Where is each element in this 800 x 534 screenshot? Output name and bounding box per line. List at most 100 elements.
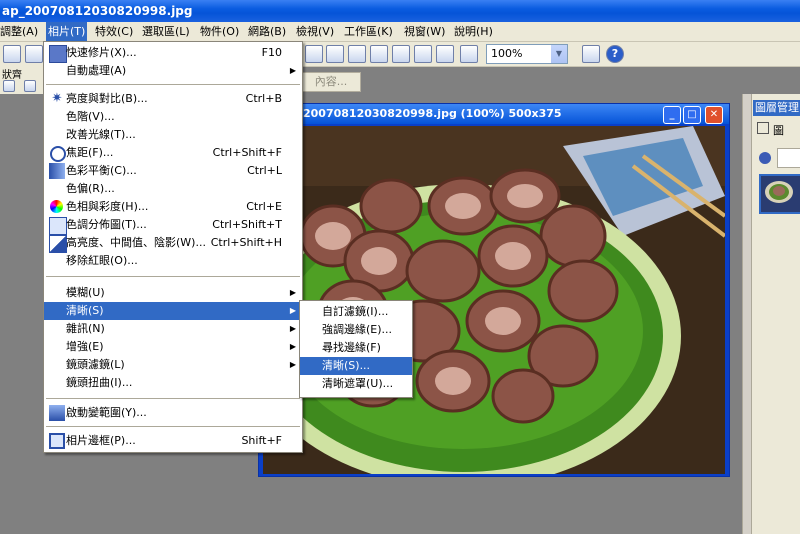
panel-scrollbar[interactable]: [743, 94, 752, 534]
menu-item-focus[interactable]: 焦距(F)... Ctrl+Shift+F: [44, 144, 302, 162]
menu-item-shortcut: Ctrl+Shift+F: [212, 146, 282, 159]
menu-item-auto-process[interactable]: 自動處理(A) ▶: [44, 62, 302, 80]
menu-item-label: 鏡頭濾鏡(L): [66, 358, 125, 371]
menu-item-dynamic-range[interactable]: 啟動變範圍(Y)...: [44, 404, 302, 422]
menu-item-label: 模糊(U): [66, 286, 105, 299]
menu-object[interactable]: 物件(O): [198, 22, 241, 41]
highlight-shadow-icon: [49, 235, 67, 253]
tools-area: [0, 94, 44, 534]
submenu-arrow-icon: ▶: [289, 324, 296, 333]
app-title-bar: ap_20070812030820998.jpg: [0, 0, 800, 22]
submenu-item-sharpen[interactable]: 清晰(S)...: [300, 357, 412, 375]
submenu-item-unsharp-mask[interactable]: 清晰遮罩(U)...: [300, 375, 412, 393]
menu-item-lens-distortion[interactable]: 鏡頭扭曲(I)...: [44, 374, 302, 392]
tool-icon-8[interactable]: [460, 45, 478, 63]
submenu-item-find-edges[interactable]: 尋找邊緣(F): [300, 339, 412, 357]
zoom-select[interactable]: 100% ▼: [486, 44, 568, 64]
photo-frame-icon: [49, 433, 65, 449]
maximize-icon[interactable]: □: [683, 106, 701, 124]
app-title: ap_20070812030820998.jpg: [2, 4, 193, 18]
menu-web[interactable]: 網路(B): [246, 22, 288, 41]
menu-item-levels[interactable]: 色階(V)...: [44, 108, 302, 126]
menu-item-shortcut: Shift+F: [241, 434, 282, 447]
menu-separator: [46, 426, 300, 427]
submenu-arrow-icon: ▶: [289, 306, 296, 315]
menu-separator: [46, 84, 300, 85]
menu-item-label: 高亮度、中間值、陰影(W)...: [66, 236, 206, 249]
menu-item-shortcut: Ctrl+Shift+T: [212, 218, 282, 231]
option-icon-2[interactable]: [24, 80, 36, 92]
tool-icon-7[interactable]: [436, 45, 454, 63]
tool-icon-2[interactable]: [326, 45, 344, 63]
menu-item-histogram[interactable]: 色調分佈圖(T)... Ctrl+Shift+T: [44, 216, 302, 235]
layer-thumbnail[interactable]: [759, 174, 800, 214]
color-balance-icon: [49, 163, 65, 179]
preview-icon[interactable]: [25, 45, 43, 63]
option-icon-1[interactable]: [3, 80, 15, 92]
menu-bar: 調整(A) 相片(T) 特效(C) 選取區(L) 物件(O) 網路(B) 檢視(…: [0, 22, 800, 42]
menu-window[interactable]: 視窗(W): [402, 22, 447, 41]
menu-item-label: 亮度與對比(B)...: [66, 92, 148, 105]
help-icon[interactable]: ?: [606, 45, 624, 63]
menu-item-label: 色調分佈圖(T)...: [66, 218, 147, 231]
submenu-arrow-icon: ▶: [289, 342, 296, 351]
menu-view[interactable]: 檢視(V): [294, 22, 336, 41]
menu-item-hue-saturation[interactable]: 色相與彩度(H)... Ctrl+E: [44, 198, 302, 216]
layer-icon: [757, 122, 769, 134]
photo-menu: 快速修片(X)... F10 自動處理(A) ▶ ✷ 亮度與對比(B)... C…: [43, 41, 303, 453]
chevron-down-icon[interactable]: ▼: [551, 45, 567, 63]
menu-item-shortcut: F10: [261, 46, 282, 59]
menu-item-brightness-contrast[interactable]: ✷ 亮度與對比(B)... Ctrl+B: [44, 90, 302, 108]
tool-icon-1[interactable]: [305, 45, 323, 63]
tool-icon-6[interactable]: [414, 45, 432, 63]
menu-item-color-balance[interactable]: 色彩平衡(C)... Ctrl+L: [44, 162, 302, 180]
menu-item-quick-fix[interactable]: 快速修片(X)... F10: [44, 44, 302, 63]
menu-item-blur[interactable]: 模糊(U) ▶: [44, 284, 302, 302]
menu-separator: [46, 398, 300, 399]
menu-adjust[interactable]: 調整(A): [0, 22, 40, 41]
menu-item-highlight-midtone-shadow[interactable]: 高亮度、中間值、陰影(W)... Ctrl+Shift+H: [44, 234, 302, 253]
menu-item-label: 雜訊(N): [66, 322, 105, 335]
quick-fix-icon: [49, 45, 67, 63]
submenu-item-edge-enhance[interactable]: 強調邊緣(E)...: [300, 321, 412, 339]
minimize-icon[interactable]: _: [663, 106, 681, 124]
menu-item-red-eye[interactable]: 移除紅眼(O)...: [44, 252, 302, 270]
submenu-item-custom-filter[interactable]: 自訂濾鏡(I)...: [300, 303, 412, 321]
menu-item-photo-frame[interactable]: 相片邊框(P)... Shift+F: [44, 432, 302, 450]
menu-item-noise[interactable]: 雜訊(N) ▶: [44, 320, 302, 338]
layer-mode-icon[interactable]: [759, 152, 771, 164]
tool-icon-5[interactable]: [392, 45, 410, 63]
menu-item-enhance[interactable]: 增強(E) ▶: [44, 338, 302, 356]
close-icon[interactable]: ✕: [705, 106, 723, 124]
menu-workspace[interactable]: 工作區(K): [342, 22, 395, 41]
submenu-item-label: 自訂濾鏡(I)...: [322, 305, 389, 318]
image-window: 20070812030820998.jpg (100%) 500x375 _ □…: [258, 103, 730, 477]
layers-tab-label: 圖: [773, 124, 784, 137]
menu-item-shortcut: Ctrl+L: [247, 164, 282, 177]
menu-item-color-cast[interactable]: 色偏(R)...: [44, 180, 302, 198]
layers-tab[interactable]: 圖: [757, 122, 784, 138]
menu-item-improve-lighting[interactable]: 改善光線(T)...: [44, 126, 302, 144]
content-button[interactable]: 內容...: [301, 72, 361, 92]
tool-icon-4[interactable]: [370, 45, 388, 63]
tool-icon-9[interactable]: [582, 45, 600, 63]
menu-separator: [46, 276, 300, 277]
layer-blend-select[interactable]: [777, 148, 800, 168]
menu-item-sharpen[interactable]: 清晰(S) ▶: [44, 302, 302, 320]
print-icon[interactable]: [3, 45, 21, 63]
submenu-item-label: 尋找邊緣(F): [322, 341, 381, 354]
menu-effects[interactable]: 特效(C): [93, 22, 135, 41]
toolbar2-partial-label: 狀齊: [2, 70, 22, 81]
menu-item-label: 啟動變範圍(Y)...: [66, 406, 147, 419]
image-window-titlebar[interactable]: 20070812030820998.jpg (100%) 500x375 _ □…: [259, 104, 729, 124]
menu-photo[interactable]: 相片(T): [46, 22, 88, 41]
tool-icon-3[interactable]: [348, 45, 366, 63]
menu-selection[interactable]: 選取區(L): [140, 22, 192, 41]
menu-item-lens-filter[interactable]: 鏡頭濾鏡(L) ▶: [44, 356, 302, 374]
menu-item-label: 色偏(R)...: [66, 182, 115, 195]
menu-item-label: 色彩平衡(C)...: [66, 164, 137, 177]
menu-item-label: 增強(E): [66, 340, 104, 353]
menu-item-label: 改善光線(T)...: [66, 128, 136, 141]
submenu-item-label: 清晰(S)...: [322, 359, 371, 372]
menu-help[interactable]: 說明(H): [452, 22, 495, 41]
